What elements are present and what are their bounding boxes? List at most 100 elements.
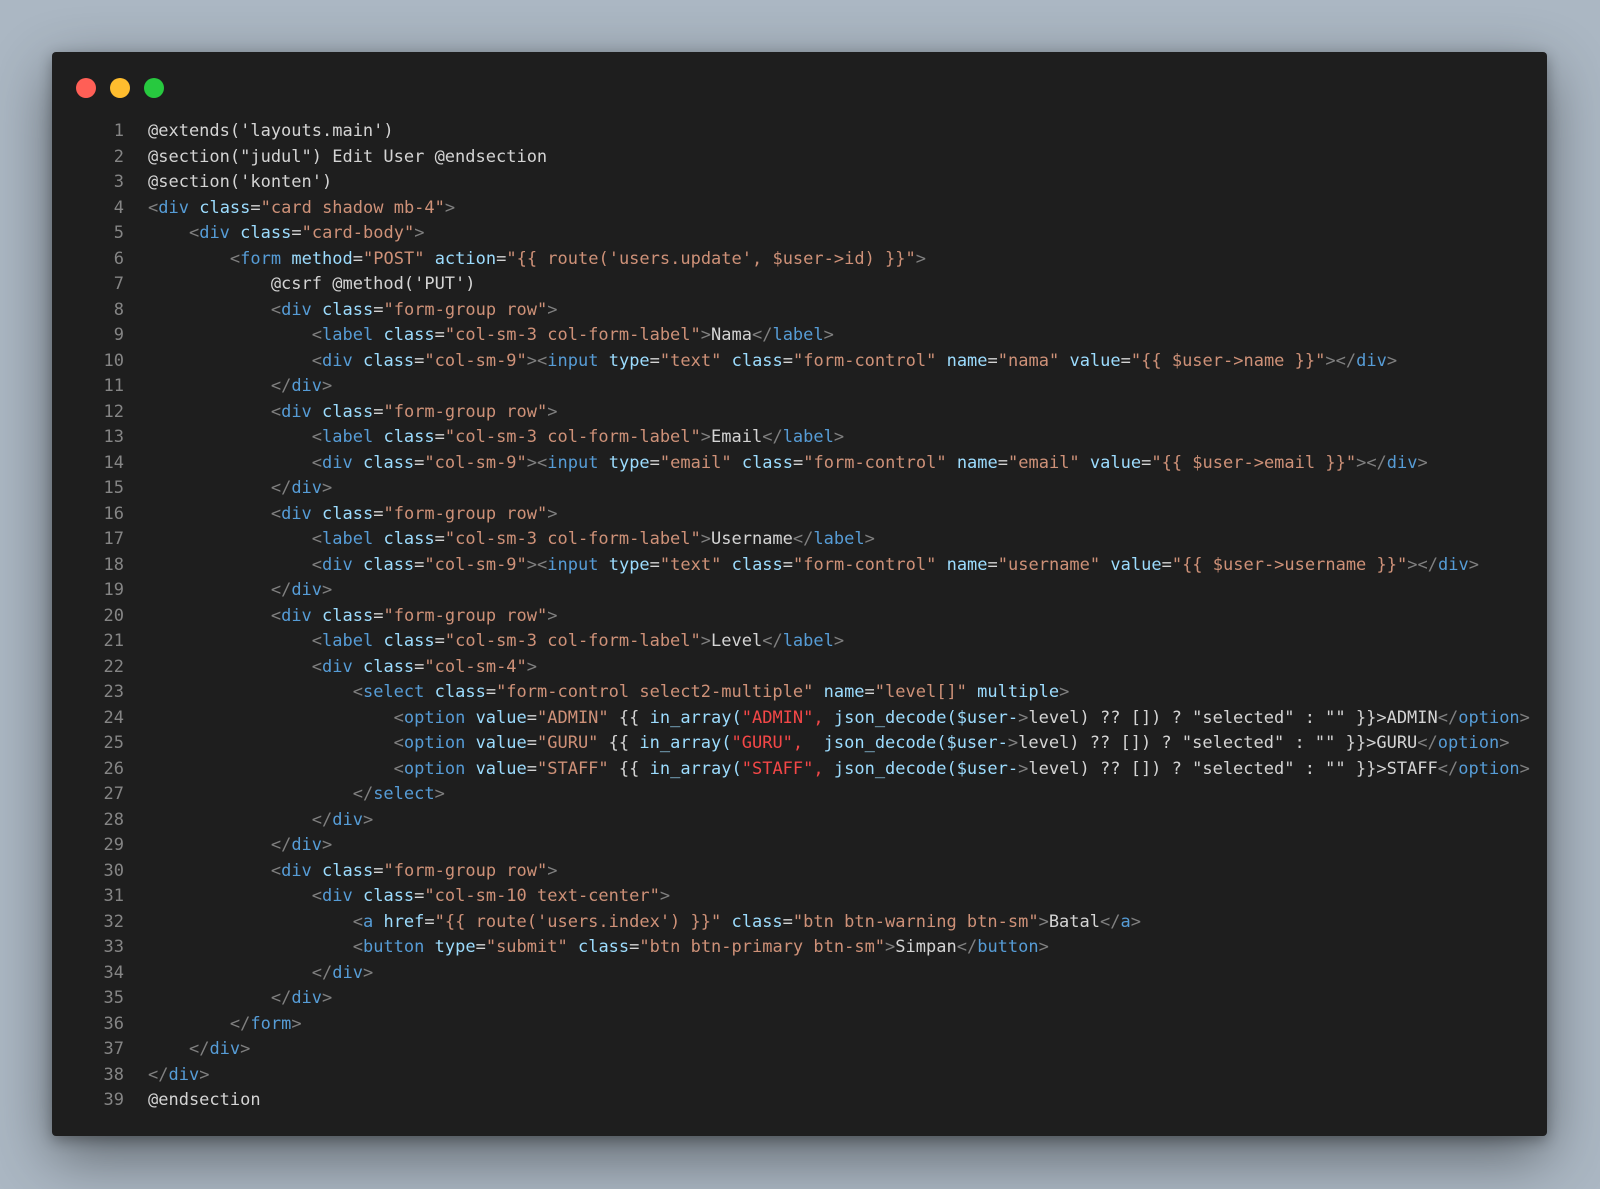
code-token: option	[403, 733, 466, 753]
line-number: 22	[103, 656, 124, 677]
code-token: </	[1417, 733, 1438, 753]
code-line: 29 </div>	[52, 833, 1547, 859]
code-token: =	[414, 554, 425, 575]
code-token: "{{ $user->email }}"	[1151, 452, 1357, 473]
close-dot-icon[interactable]	[76, 78, 96, 98]
line-text: <div class="form-group row">	[148, 859, 558, 885]
line-number: 23	[103, 682, 124, 702]
code-token: "col-sm-9"	[424, 350, 527, 371]
line-number: 34	[103, 962, 124, 983]
code-token: >	[885, 937, 896, 957]
code-token: value	[475, 707, 527, 728]
code-token: "col-sm-3 col-form-label"	[444, 631, 701, 651]
code-token: class	[199, 197, 251, 218]
line-text: <button type="submit" class="btn btn-pri…	[148, 935, 1049, 961]
line-text: </div>	[148, 808, 373, 834]
code-token: class	[731, 911, 783, 932]
line-text: @section('konten')	[148, 170, 332, 196]
code-token: >	[547, 299, 558, 320]
code-token: <	[270, 605, 282, 626]
code-token: class	[383, 427, 435, 447]
code-line: 24 <option value="ADMIN" {{ in_array("AD…	[52, 706, 1547, 732]
code-token: >	[291, 1013, 302, 1034]
line-number: 38	[103, 1064, 124, 1085]
minimize-dot-icon[interactable]	[110, 78, 130, 98]
code-token: in_array(	[649, 707, 742, 728]
code-token: <	[352, 911, 363, 932]
code-token: <	[270, 503, 282, 524]
line-number: 14	[103, 452, 124, 473]
code-token: </	[792, 529, 814, 549]
code-token: "form-control"	[793, 350, 937, 371]
code-token: =	[373, 605, 384, 626]
code-token: >	[322, 478, 333, 498]
code-token: "level[]"	[874, 682, 967, 702]
line-text: <div class="form-group row">	[148, 604, 558, 630]
code-token: >	[1018, 758, 1029, 779]
code-token: "col-sm-4"	[424, 656, 527, 677]
code-token: value	[475, 733, 527, 753]
code-token: "form-control"	[803, 452, 947, 473]
code-token: div	[281, 605, 312, 626]
line-number: 24	[103, 707, 124, 728]
code-token: multiple	[977, 682, 1060, 702]
code-token: <	[393, 733, 404, 753]
maximize-dot-icon[interactable]	[144, 78, 164, 98]
code-line: 35 </div>	[52, 986, 1547, 1012]
code-token: name	[823, 682, 865, 702]
code-token: value	[475, 758, 527, 779]
code-token: =	[782, 554, 794, 575]
code-token: "col-sm-9"	[424, 554, 527, 575]
code-token: </	[229, 1013, 251, 1034]
line-text: </div>	[148, 833, 332, 859]
code-token: >	[1007, 733, 1019, 753]
code-token: >	[526, 350, 538, 371]
code-token: </	[1417, 554, 1438, 575]
code-token: Nama	[711, 325, 752, 345]
code-token: type	[434, 937, 476, 957]
code-line: 2 @section("judul") Edit User @endsection	[52, 145, 1547, 171]
code-token: div	[158, 197, 189, 218]
code-line: 12 <div class="form-group row">	[52, 400, 1547, 426]
code-token: >	[1038, 937, 1049, 957]
code-token: class	[731, 350, 783, 371]
code-token: div	[281, 503, 312, 524]
line-text: <div class="col-sm-10 text-center">	[148, 884, 670, 910]
code-token: option	[1458, 758, 1520, 779]
code-token: name	[956, 452, 998, 473]
code-line: 8 <div class="form-group row">	[52, 298, 1547, 324]
code-token: div	[332, 962, 363, 983]
code-token: type	[608, 452, 650, 473]
window-controls	[76, 78, 164, 98]
code-token: "username"	[997, 554, 1101, 575]
code-token: "nama"	[997, 350, 1060, 371]
line-number: 36	[103, 1013, 124, 1034]
code-token: "col-sm-3 col-form-label"	[444, 529, 701, 549]
code-token: div	[322, 452, 353, 473]
code-token: div	[291, 988, 323, 1008]
code-editor[interactable]: 1 @extends('layouts.main') 2 @section("judu…	[52, 119, 1547, 1114]
code-token: "form-control"	[793, 554, 937, 575]
line-text: <option value="STAFF" {{ in_array("STAFF…	[148, 757, 1530, 783]
code-line: 36 </form>	[52, 1012, 1547, 1038]
code-token: </	[270, 835, 292, 855]
code-token: </	[270, 580, 292, 600]
line-number: 25	[103, 733, 124, 753]
line-text: <label class="col-sm-3 col-form-label">L…	[148, 629, 844, 655]
code-token: =	[649, 452, 660, 473]
line-number: 32	[103, 911, 124, 932]
code-token: class	[322, 503, 374, 524]
code-token: >	[526, 452, 538, 473]
code-token: </	[148, 1064, 169, 1085]
